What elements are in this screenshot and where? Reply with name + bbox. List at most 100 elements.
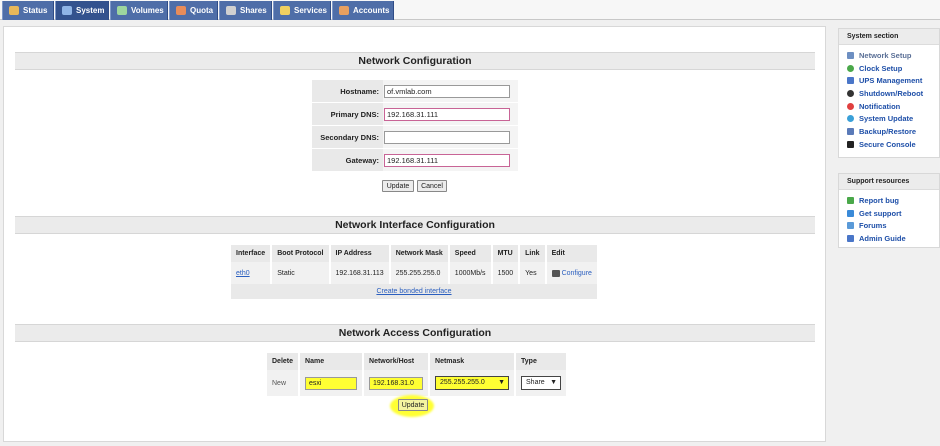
table-row: New esxi 192.168.31.0 255.255.255.0 ▼ Sha… [267,370,569,396]
interface-config-title: Network Interface Configuration [15,216,815,234]
network-update-button[interactable]: Update [382,180,414,192]
tab-shares[interactable]: Shares [219,1,272,20]
col-type: Type [515,353,569,370]
chevron-down-icon: ▼ [550,379,558,386]
notification-icon [847,102,854,110]
tab-system[interactable]: System [55,1,109,20]
sidebar-item-clock-setup[interactable]: Clock Setup [839,62,939,75]
col-link: Link [519,245,547,262]
backup-icon [847,127,854,135]
edit-cell: Configure [545,262,600,284]
secondary-dns-input[interactable] [384,131,510,144]
col-interface: Interface [231,245,273,262]
create-bonded-interface-link[interactable]: Create bonded interface [376,288,451,295]
access-update-button[interactable]: Update [398,399,428,411]
bug-icon [847,196,854,204]
sidebar-item-report-bug[interactable]: Report bug [839,194,939,207]
sidebar-item-admin-guide[interactable]: Admin Guide [839,232,939,245]
power-icon [847,89,854,97]
sidebar-item-forums[interactable]: Forums [839,219,939,232]
ip-address-value: 192.168.31.113 [329,262,391,284]
sidebar-item-network-setup[interactable]: Network Setup [839,49,939,62]
interface-link[interactable]: eth0 [236,270,250,277]
primary-dns-input[interactable]: 192.168.31.111 [384,108,510,121]
type-select[interactable]: Share ▼ [521,376,562,390]
quota-icon [176,6,186,15]
col-boot-protocol: Boot Protocol [271,245,331,262]
services-icon [280,6,290,15]
primary-dns-label: Primary DNS: [312,103,383,125]
delete-value: New [267,370,301,396]
volumes-icon [117,6,127,15]
accounts-icon [339,6,349,15]
configure-link[interactable]: Configure [562,270,592,277]
mtu-value: 1500 [491,262,521,284]
col-mtu: MTU [491,245,521,262]
tab-services[interactable]: Services [273,1,331,20]
col-ip-address: IP Address [329,245,391,262]
top-nav: Status System Volumes Quota Shares Servi… [0,0,940,20]
ups-icon [847,77,854,85]
network-config-title: Network Configuration [15,52,815,70]
hostname-row: Hostname: of.vmlab.com [312,80,518,103]
chevron-down-icon: ▼ [498,379,506,386]
col-delete: Delete [267,353,301,370]
col-netmask: Netmask [429,353,517,370]
hostname-input[interactable]: of.vmlab.com [384,85,510,98]
network-cancel-button[interactable]: Cancel [417,180,447,192]
system-sidebar: System section Network Setup Clock Setup… [838,28,940,158]
system-icon [62,6,72,15]
sidebar-item-secure-console[interactable]: Secure Console [839,138,939,151]
col-network-mask: Network Mask [389,245,450,262]
shares-icon [226,6,236,15]
sidebar-item-backup-restore[interactable]: Backup/Restore [839,125,939,138]
hostname-label: Hostname: [312,80,383,102]
bond-row: Create bonded interface [231,284,599,299]
system-section-title: System section [839,29,939,45]
interface-table-header: Interface Boot Protocol IP Address Netwo… [231,245,600,262]
tab-quota[interactable]: Quota [169,1,218,20]
tab-volumes[interactable]: Volumes [110,1,168,20]
col-speed: Speed [448,245,493,262]
table-row: eth0 Static 192.168.31.113 255.255.255.0… [231,262,600,284]
support-sidebar: Support resources Report bug Get support… [838,173,940,248]
interface-table: Interface Boot Protocol IP Address Netwo… [231,245,600,299]
col-network-host: Network/Host [363,353,431,370]
update-icon [847,115,854,123]
access-table: Delete Name Network/Host Netmask Type Ne… [267,353,569,396]
console-icon [847,140,854,148]
sidebar-item-get-support[interactable]: Get support [839,207,939,220]
guide-icon [847,234,854,242]
forums-icon [847,222,854,230]
netmask-select[interactable]: 255.255.255.0 ▼ [435,376,510,390]
access-config-title: Network Access Configuration [15,324,815,342]
boot-protocol-value: Static [271,262,331,284]
clock-icon [847,64,854,72]
main-panel: Network Configuration Hostname: of.vmlab… [3,26,826,442]
network-config-form: Hostname: of.vmlab.com Primary DNS: 192.… [312,80,518,172]
col-name: Name [299,353,365,370]
support-section-title: Support resources [839,174,939,190]
tab-status[interactable]: Status [2,1,54,20]
primary-dns-row: Primary DNS: 192.168.31.111 [312,103,518,126]
name-input[interactable]: esxi [305,376,358,390]
secondary-dns-row: Secondary DNS: [312,126,518,149]
col-edit: Edit [545,245,600,262]
access-table-header: Delete Name Network/Host Netmask Type [267,353,569,370]
support-icon [847,209,854,217]
sidebar-item-shutdown-reboot[interactable]: Shutdown/Reboot [839,87,939,100]
status-icon [9,6,19,15]
gateway-label: Gateway: [312,149,383,171]
gateway-input[interactable]: 192.168.31.111 [384,154,510,167]
speed-value: 1000Mb/s [448,262,493,284]
network-icon [847,51,854,59]
link-value: Yes [519,262,547,284]
configure-icon[interactable] [551,269,560,277]
sidebar-item-system-update[interactable]: System Update [839,112,939,125]
network-mask-value: 255.255.255.0 [389,262,450,284]
secondary-dns-label: Secondary DNS: [312,126,383,148]
tab-accounts[interactable]: Accounts [332,1,394,20]
network-host-input[interactable]: 192.168.31.0 [369,376,424,390]
sidebar-item-notification[interactable]: Notification [839,100,939,113]
sidebar-item-ups-management[interactable]: UPS Management [839,74,939,87]
